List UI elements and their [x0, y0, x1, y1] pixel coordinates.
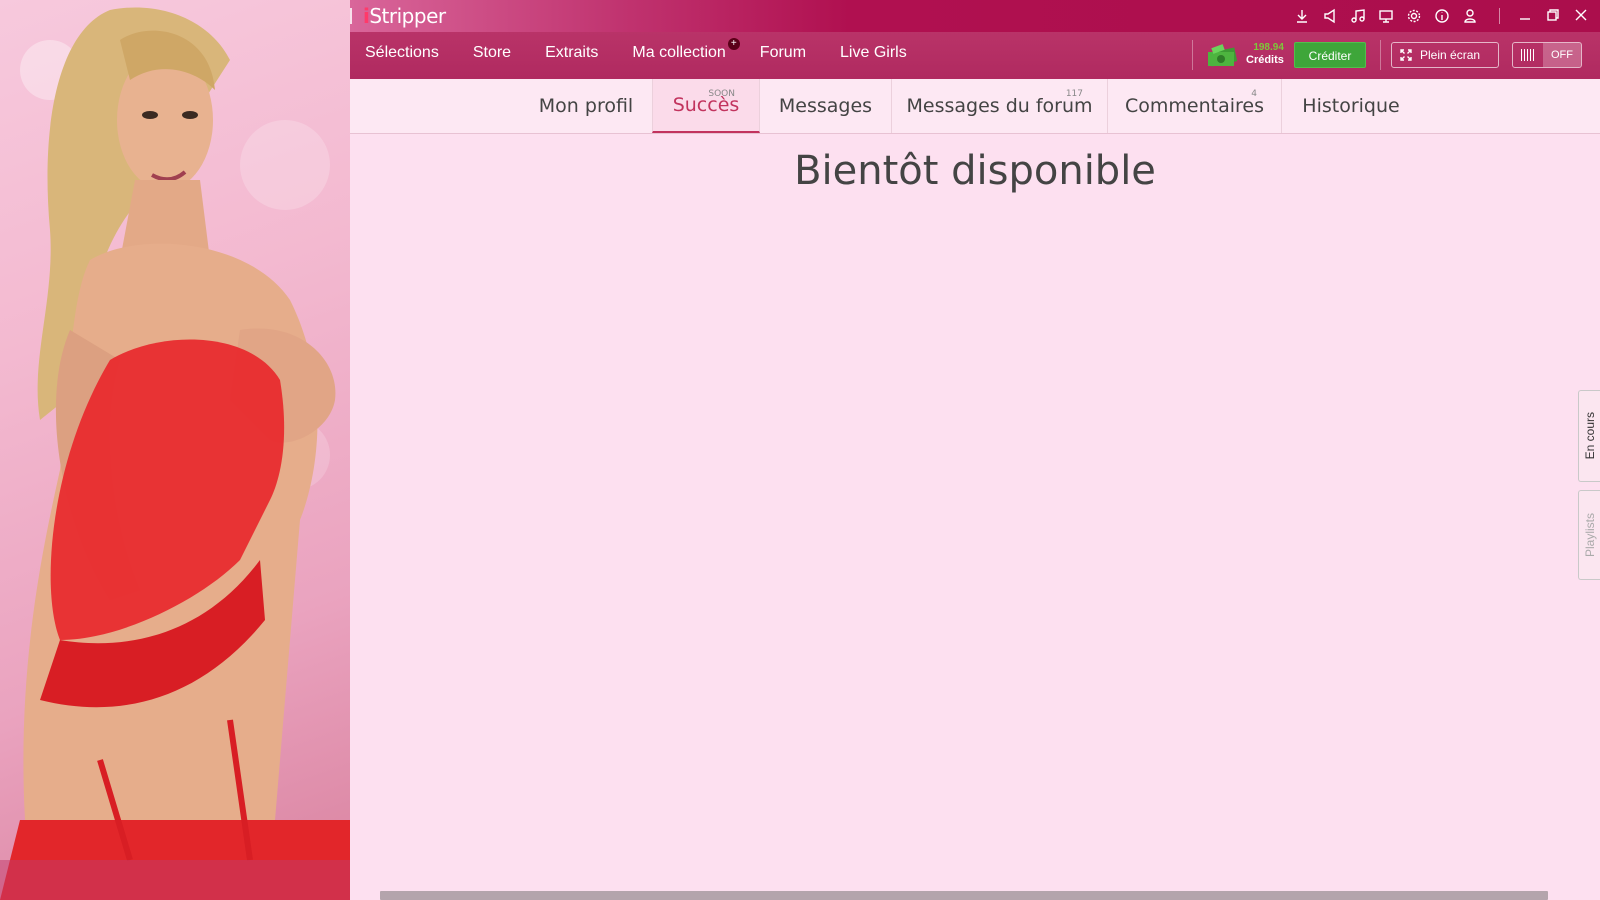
titlebar-divider	[1499, 8, 1500, 24]
credits-label: Crédits	[1246, 54, 1284, 66]
side-tab-label: Playlists	[1582, 512, 1597, 557]
nav-item-ma-collection-label: Ma collection	[632, 44, 726, 61]
tab-commentaires[interactable]: 4 Commentaires	[1108, 79, 1282, 133]
tab-sup: 4	[1251, 89, 1257, 99]
tab-label: Messages du forum	[906, 95, 1093, 117]
stage-toggle[interactable]: OFF	[1512, 42, 1582, 68]
main-nav: Sélections Store Extraits Ma collection …	[350, 32, 1600, 79]
toggle-state: OFF	[1543, 43, 1581, 67]
nav-item-store[interactable]: Store	[473, 44, 511, 62]
tab-label: Messages	[778, 95, 873, 117]
page-title: Bientôt disponible	[794, 148, 1156, 194]
music-icon[interactable]	[1348, 6, 1368, 26]
fullscreen-label: Plein écran	[1420, 48, 1481, 62]
side-tab-en-cours[interactable]: En cours	[1578, 390, 1600, 482]
credits-text: 198.94 Crédits	[1246, 41, 1284, 67]
restore-icon[interactable]	[1544, 6, 1562, 24]
expand-icon	[1400, 49, 1412, 61]
side-tab-label: En cours	[1582, 412, 1597, 460]
window-controls	[1516, 6, 1590, 24]
side-tab-playlists[interactable]: Playlists	[1578, 490, 1600, 580]
logo-text: Stripper	[369, 4, 446, 28]
nav-item-extraits[interactable]: Extraits	[545, 44, 598, 62]
info-icon[interactable]	[1432, 6, 1452, 26]
title-bar: iStripper	[350, 0, 1600, 32]
monitor-icon[interactable]	[1376, 6, 1396, 26]
tab-sup: SOON	[708, 89, 735, 99]
horizontal-scrollbar[interactable]	[380, 891, 1548, 900]
tab-label: Mon profil	[538, 95, 634, 117]
download-icon[interactable]	[1292, 6, 1312, 26]
crediter-button[interactable]: Créditer	[1294, 42, 1366, 68]
nav-item-forum[interactable]: Forum	[760, 44, 806, 62]
tab-messages-du-forum[interactable]: 117 Messages du forum	[892, 79, 1108, 133]
tab-mon-profil[interactable]: Mon profil	[520, 79, 652, 133]
new-badge: +	[727, 38, 740, 50]
tab-label: Historique	[1302, 95, 1400, 117]
minimize-icon[interactable]	[1516, 6, 1534, 24]
nav-divider	[1192, 40, 1193, 70]
money-icon	[1208, 44, 1238, 67]
tab-sup: 117	[1065, 89, 1083, 99]
nav-divider	[1380, 40, 1381, 70]
fullscreen-button[interactable]: Plein écran	[1391, 42, 1499, 68]
logo-divider	[350, 8, 352, 24]
credits-display[interactable]: 198.94 Crédits	[1206, 40, 1284, 68]
app-logo: iStripper	[363, 4, 446, 28]
credits-amount: 198.94	[1253, 42, 1284, 53]
titlebar-icons	[1292, 6, 1480, 26]
toggle-handle-icon	[1513, 43, 1543, 67]
tab-succes[interactable]: SOON Succès	[652, 79, 760, 133]
promo-image	[0, 0, 350, 900]
model-illustration	[0, 7, 350, 900]
nav-item-ma-collection[interactable]: Ma collection +	[632, 38, 740, 62]
announce-icon[interactable]	[1320, 6, 1340, 26]
tab-label: Commentaires	[1125, 95, 1264, 117]
profile-tabs: Mon profil SOON Succès Messages 117 Mess…	[350, 79, 1600, 134]
tab-messages[interactable]: Messages	[760, 79, 892, 133]
nav-menu: Sélections Store Extraits Ma collection …	[365, 38, 907, 62]
tab-historique[interactable]: Historique	[1282, 79, 1420, 133]
gear-icon[interactable]	[1404, 6, 1424, 26]
user-icon[interactable]	[1460, 6, 1480, 26]
close-icon[interactable]	[1572, 6, 1590, 24]
nav-item-selections[interactable]: Sélections	[365, 44, 439, 62]
nav-item-live-girls[interactable]: Live Girls	[840, 44, 907, 62]
